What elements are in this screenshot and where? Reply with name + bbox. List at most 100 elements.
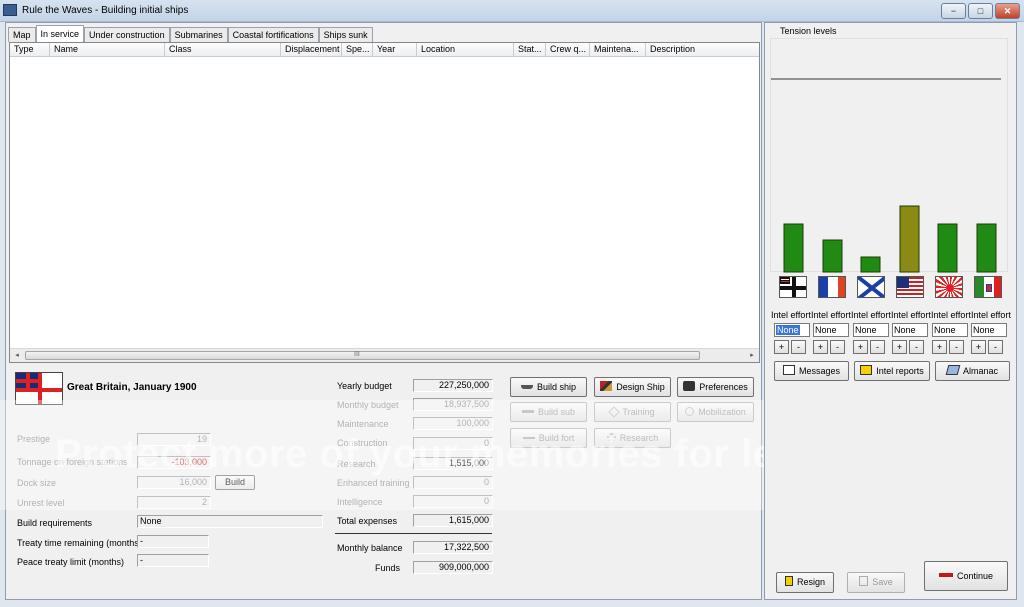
russia-flag — [857, 276, 885, 298]
scroll-grip-icon: III — [354, 351, 360, 358]
intel-plus-italy[interactable]: + — [971, 340, 986, 354]
continue-button[interactable]: Continue — [924, 561, 1008, 591]
intel-plus-usa[interactable]: + — [892, 340, 907, 354]
resign-button[interactable]: Resign — [776, 572, 834, 593]
monthly-balance-value: 17,322,500 — [413, 541, 493, 554]
window-title: Rule the Waves - Building initial ships — [22, 5, 189, 16]
intel-minus-japan[interactable]: - — [949, 340, 964, 354]
design-ship-button[interactable]: Design Ship — [594, 377, 671, 397]
tab-ships-sunk[interactable]: Ships sunk — [318, 27, 373, 42]
tension-bar-usa — [899, 205, 920, 273]
preferences-label: Preferences — [699, 382, 748, 392]
minimize-button[interactable]: − — [941, 3, 966, 19]
italy-flag — [974, 276, 1002, 298]
design-ship-label: Design Ship — [616, 382, 665, 392]
preferences-button[interactable]: Preferences — [677, 377, 754, 397]
intel-effort-label-italy: Intel effort — [971, 310, 1011, 320]
intel-effort-select-germany[interactable]: None — [774, 323, 810, 337]
save-label: Save — [872, 577, 893, 587]
japan-flag — [935, 276, 963, 298]
save-disk-icon — [859, 576, 869, 586]
intel-minus-russia[interactable]: - — [870, 340, 885, 354]
intel-effort-label-germany: Intel effort — [771, 310, 811, 320]
almanac-label: Almanac — [962, 366, 998, 376]
intel-minus-germany[interactable]: - — [791, 340, 806, 354]
horizontal-scrollbar[interactable]: ◂ III ▸ — [10, 348, 759, 362]
col-location[interactable]: Location — [417, 43, 514, 57]
maximize-button[interactable]: □ — [968, 3, 993, 19]
resign-icon — [784, 576, 793, 586]
tension-bar-france — [822, 239, 843, 273]
ships-table[interactable]: Type Name Class Displacement Spe... Year… — [9, 42, 760, 363]
tension-bar-germany — [783, 223, 804, 273]
france-flag — [818, 276, 846, 298]
tab-submarines[interactable]: Submarines — [169, 27, 228, 42]
design-tools-icon — [600, 381, 613, 391]
build-ship-button[interactable]: Build ship — [510, 377, 587, 397]
intel-reports-button[interactable]: Intel reports — [854, 361, 930, 381]
intel-minus-italy[interactable]: - — [988, 340, 1003, 354]
tension-levels-title: Tension levels — [780, 26, 837, 36]
monthly-balance-label: Monthly balance — [337, 543, 403, 553]
col-status[interactable]: Stat... — [514, 43, 546, 57]
intel-effort-select-italy[interactable]: None — [971, 323, 1007, 337]
col-class[interactable]: Class — [165, 43, 281, 57]
usa-flag — [896, 276, 924, 298]
messages-label: Messages — [798, 366, 841, 376]
almanac-book-icon — [945, 365, 961, 375]
col-year[interactable]: Year — [373, 43, 417, 57]
budget-divider — [335, 533, 492, 534]
col-maintenance[interactable]: Maintena... — [590, 43, 646, 57]
yearly-budget-label: Yearly budget — [337, 381, 392, 391]
build-requirements-label: Build requirements — [17, 518, 93, 528]
tab-coastal-fortifications[interactable]: Coastal fortifications — [227, 27, 319, 42]
tension-bar-italy — [976, 223, 997, 273]
tab-map[interactable]: Map — [8, 27, 36, 42]
intel-effort-select-usa[interactable]: None — [892, 323, 928, 337]
intel-effort-select-japan[interactable]: None — [932, 323, 968, 337]
total-expenses-value: 1,615,000 — [413, 514, 493, 527]
arrow-right-icon — [938, 573, 953, 577]
title-bar: Rule the Waves - Building initial ships … — [0, 0, 1024, 22]
col-speed[interactable]: Spe... — [342, 43, 373, 57]
tension-bar-russia — [860, 256, 881, 273]
build-ship-label: Build ship — [536, 382, 577, 392]
almanac-button[interactable]: Almanac — [935, 361, 1010, 381]
intel-minus-france[interactable]: - — [830, 340, 845, 354]
messages-icon — [782, 365, 795, 375]
close-button[interactable]: ✕ — [995, 3, 1020, 19]
col-description[interactable]: Description — [646, 43, 759, 57]
intel-effort-label-russia: Intel effort — [851, 310, 891, 320]
intel-effort-select-russia[interactable]: None — [853, 323, 889, 337]
messages-button[interactable]: Messages — [774, 361, 849, 381]
col-name[interactable]: Name — [50, 43, 165, 57]
tab-under-construction[interactable]: Under construction — [84, 27, 170, 42]
tension-chart — [770, 38, 1008, 273]
intel-minus-usa[interactable]: - — [909, 340, 924, 354]
intel-reports-icon — [860, 365, 873, 375]
scroll-left-icon[interactable]: ◂ — [11, 350, 23, 361]
app-icon — [3, 4, 17, 16]
intel-plus-russia[interactable]: + — [853, 340, 868, 354]
intel-plus-france[interactable]: + — [813, 340, 828, 354]
funds-label: Funds — [375, 563, 401, 573]
intel-effort-label-france: Intel effort — [811, 310, 851, 320]
tab-in-service[interactable]: In service — [35, 25, 85, 42]
country-date: Great Britain, January 1900 — [67, 382, 197, 393]
intel-effort-value-germany: None — [776, 325, 800, 335]
save-button[interactable]: Save — [847, 572, 905, 593]
yearly-budget-value: 227,250,000 — [413, 379, 493, 392]
treaty-time-label: Treaty time remaining (months) — [17, 538, 142, 548]
tension-bar-japan — [937, 223, 958, 273]
tab-bar: Map In service Under construction Submar… — [8, 25, 373, 42]
preferences-icon — [683, 381, 696, 391]
scroll-thumb[interactable]: III — [25, 351, 700, 360]
intel-plus-japan[interactable]: + — [932, 340, 947, 354]
col-crew-quality[interactable]: Crew q... — [546, 43, 590, 57]
intel-effort-label-japan: Intel effort — [931, 310, 971, 320]
intel-plus-germany[interactable]: + — [774, 340, 789, 354]
intel-effort-select-france[interactable]: None — [813, 323, 849, 337]
scroll-right-icon[interactable]: ▸ — [746, 350, 758, 361]
col-displacement[interactable]: Displacement — [281, 43, 342, 57]
col-type[interactable]: Type — [10, 43, 50, 57]
